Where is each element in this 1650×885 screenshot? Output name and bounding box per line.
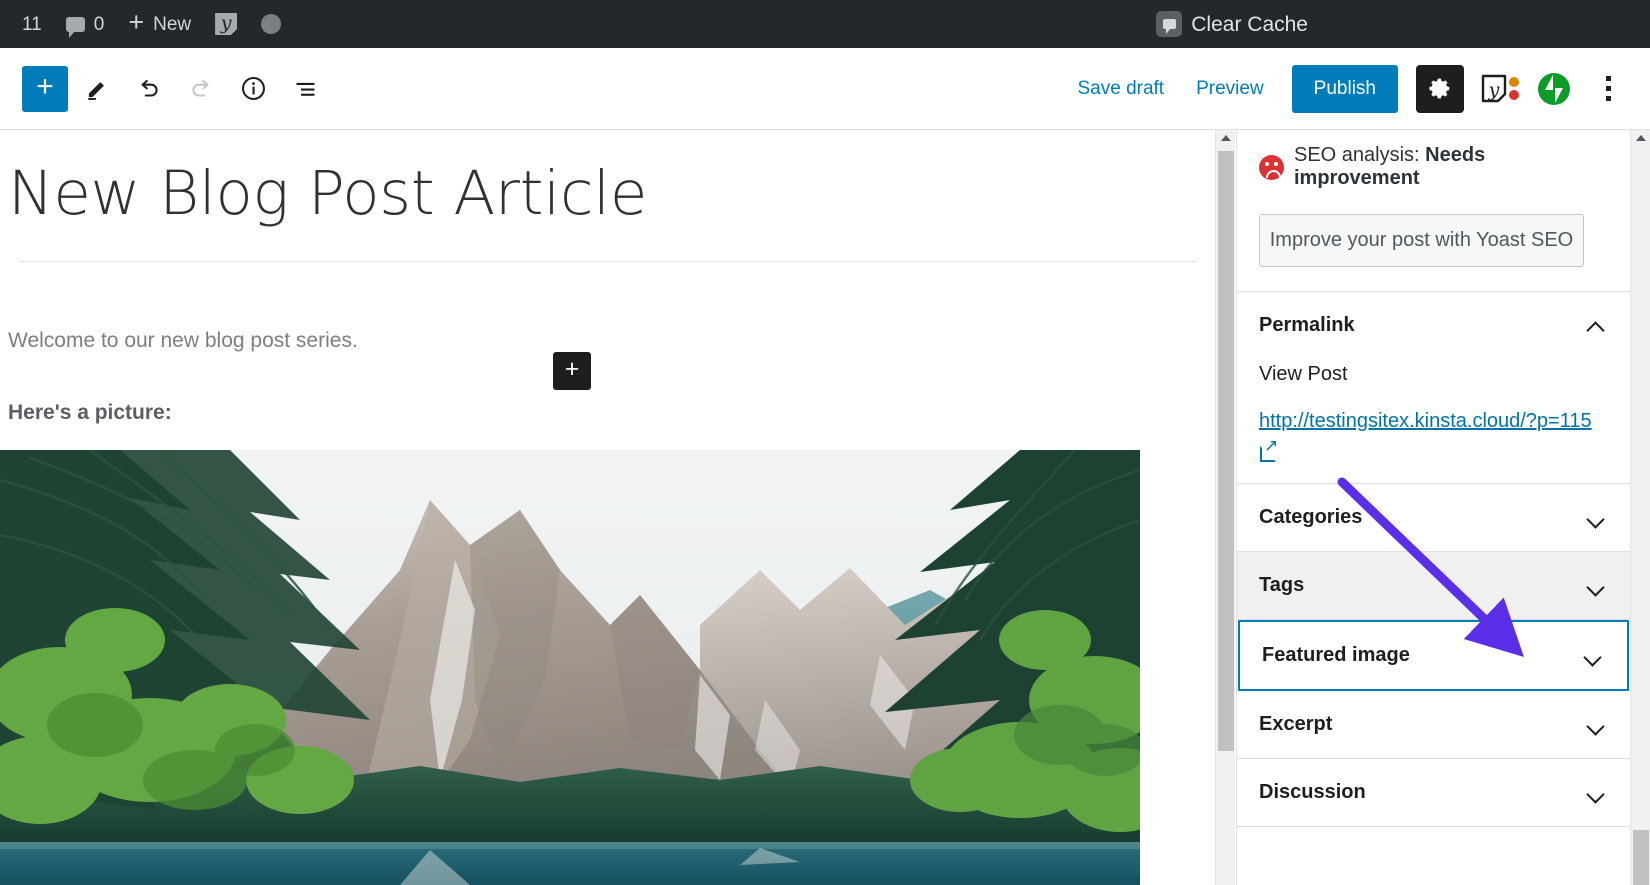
chevron-down-icon: [1586, 782, 1608, 804]
post-title[interactable]: New Blog Post Article: [0, 130, 1215, 229]
tools-pencil-button[interactable]: [74, 66, 120, 112]
panel-tags-label: Tags: [1259, 574, 1304, 597]
panel-categories-label: Categories: [1259, 506, 1362, 529]
chevron-down-icon: [1586, 575, 1608, 597]
kebab-dot: [1606, 86, 1611, 91]
admin-bar-right-group: Clear Cache: [1144, 0, 1650, 48]
panel-discussion-label: Discussion: [1259, 781, 1366, 804]
panel-featured-image: Featured image: [1238, 620, 1629, 691]
scrollbar-thumb[interactable]: [1633, 830, 1649, 885]
sidebar-scrollbar[interactable]: [1630, 130, 1650, 885]
editor-header-right: Save draft Preview Publish y: [1063, 65, 1650, 113]
improve-post-button[interactable]: Improve your post with Yoast SEO: [1259, 214, 1584, 267]
chevron-down-icon: [1583, 645, 1605, 667]
panel-permalink-header[interactable]: Permalink: [1237, 292, 1630, 359]
yoast-sidebar-button[interactable]: y: [1478, 67, 1522, 111]
pencil-icon: [84, 76, 110, 102]
editor-canvas[interactable]: New Blog Post Article Welcome to our new…: [0, 130, 1215, 885]
new-content-item[interactable]: + New: [116, 0, 203, 48]
chevron-down-icon: [1586, 507, 1608, 529]
mountain-lake-photo: [0, 450, 1140, 885]
panel-permalink-body: View Post http://testingsitex.kinsta.clo…: [1237, 359, 1630, 483]
kebab-dot: [1606, 76, 1611, 81]
editor-scrollbar[interactable]: [1215, 130, 1235, 885]
panel-permalink-label: Permalink: [1259, 314, 1355, 337]
paragraph-block[interactable]: Here's a picture:: [0, 397, 1215, 429]
panel-tags-header[interactable]: Tags: [1237, 552, 1630, 619]
info-icon: [240, 75, 267, 102]
block-inserter-button[interactable]: +: [22, 66, 68, 112]
wp-admin-bar: 11 0 + New y Clea: [0, 0, 1650, 48]
image-block[interactable]: [0, 450, 1140, 885]
publish-button[interactable]: Publish: [1292, 65, 1398, 113]
comments-count: 0: [94, 15, 105, 34]
panel-categories: Categories: [1237, 484, 1630, 552]
gear-icon: [1428, 76, 1453, 101]
permalink-url-link[interactable]: http://testingsitex.kinsta.cloud/?p=115: [1259, 410, 1592, 432]
post-settings-sidebar: SEO analysis: Needs improvement Improve …: [1236, 130, 1630, 885]
panel-discussion-header[interactable]: Discussion: [1237, 759, 1630, 826]
inline-block-inserter[interactable]: +: [553, 352, 591, 390]
plus-icon: +: [36, 72, 54, 102]
kebab-dot: [1606, 96, 1611, 101]
preview-button[interactable]: Preview: [1182, 68, 1278, 110]
panel-permalink: Permalink View Post http://testingsitex.…: [1237, 292, 1630, 484]
undo-icon: [136, 76, 162, 102]
admin-bar-left-group: 11 0 + New y: [0, 0, 293, 48]
jetpack-button[interactable]: [1532, 67, 1576, 111]
jetpack-icon: [1536, 71, 1572, 107]
clear-cache-item[interactable]: Clear Cache: [1144, 0, 1320, 48]
panel-tags: Tags: [1237, 552, 1630, 620]
scroll-up-arrow-icon[interactable]: [1636, 135, 1646, 141]
redo-button[interactable]: [178, 66, 224, 112]
panel-featured-image-header[interactable]: Featured image: [1240, 622, 1627, 689]
scrollbar-thumb[interactable]: [1218, 151, 1234, 751]
list-view-icon: [292, 75, 319, 102]
settings-button[interactable]: [1416, 65, 1464, 113]
yoast-icon: y: [1479, 71, 1521, 107]
list-view-button[interactable]: [282, 66, 328, 112]
svg-text:y: y: [1488, 79, 1500, 101]
panel-excerpt-header[interactable]: Excerpt: [1237, 691, 1630, 758]
panel-excerpt: Excerpt: [1237, 691, 1630, 759]
comment-bubble-icon: [66, 17, 85, 32]
save-draft-button[interactable]: Save draft: [1063, 68, 1178, 110]
chevron-down-icon: [1586, 714, 1608, 736]
avatar: [261, 14, 281, 34]
comments-item[interactable]: 0: [54, 0, 117, 48]
redo-icon: [188, 76, 214, 102]
sad-face-icon: [1259, 155, 1284, 180]
updates-count: 11: [22, 15, 42, 34]
clear-cache-icon: [1156, 11, 1182, 37]
more-options-button[interactable]: [1586, 65, 1630, 113]
scroll-up-arrow-icon[interactable]: [1221, 135, 1231, 141]
chevron-up-icon: [1586, 315, 1608, 337]
external-link-icon[interactable]: [1259, 441, 1279, 461]
post-details-button[interactable]: [230, 66, 276, 112]
updates-item[interactable]: 11: [10, 0, 54, 48]
my-account-item[interactable]: [249, 0, 293, 48]
title-divider: [18, 261, 1198, 262]
editor-header-left: +: [0, 66, 328, 112]
panel-discussion: Discussion: [1237, 759, 1630, 827]
seo-analysis-text: SEO analysis: Needs improvement: [1294, 144, 1608, 190]
clear-cache-label: Clear Cache: [1191, 14, 1308, 35]
view-post-label: View Post: [1259, 359, 1608, 408]
wordpress-block-editor: 11 0 + New y Clea: [0, 0, 1650, 885]
yoast-seo-adminbar-item[interactable]: y: [203, 0, 249, 48]
new-content-label: New: [153, 15, 191, 34]
yoast-icon: y: [215, 13, 237, 35]
seo-analysis-row: SEO analysis: Needs improvement: [1237, 130, 1630, 190]
panel-featured-image-label: Featured image: [1262, 644, 1410, 667]
plus-icon: +: [565, 355, 580, 384]
plus-icon: +: [128, 9, 144, 36]
paragraph-block[interactable]: Welcome to our new blog post series.: [0, 325, 1215, 357]
undo-button[interactable]: [126, 66, 172, 112]
panel-excerpt-label: Excerpt: [1259, 713, 1332, 736]
seo-analysis-label: SEO analysis:: [1294, 144, 1425, 166]
editor-header: +: [0, 48, 1650, 130]
panel-categories-header[interactable]: Categories: [1237, 484, 1630, 551]
